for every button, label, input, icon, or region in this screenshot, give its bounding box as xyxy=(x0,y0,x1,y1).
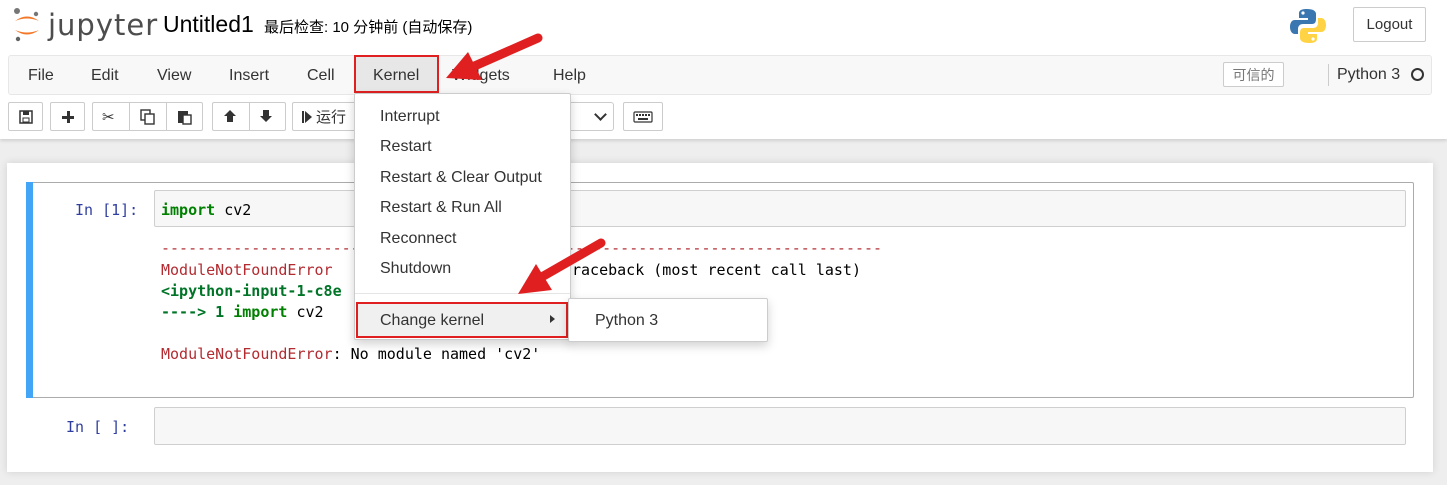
traceback-error-name: ModuleNotFoundError xyxy=(161,261,333,279)
cell-input[interactable] xyxy=(154,190,1406,227)
menu-insert[interactable]: Insert xyxy=(229,67,269,85)
kernel-idle-icon xyxy=(1411,68,1424,81)
menu-cell[interactable]: Cell xyxy=(307,67,335,85)
menu-widgets[interactable]: Widgets xyxy=(452,67,510,85)
keyboard-icon xyxy=(633,110,653,123)
checkpoint-status: 最后检查: 10 分钟前 (自动保存) xyxy=(264,19,473,36)
jupyter-logo[interactable]: jupyter xyxy=(12,6,157,46)
selected-cell-indicator xyxy=(26,182,33,398)
menu-divider xyxy=(355,293,570,294)
menu-item-shutdown[interactable]: Shutdown xyxy=(380,260,451,278)
traceback-line: ----> 1 import cv2 xyxy=(161,303,324,321)
menu-help[interactable]: Help xyxy=(553,67,586,85)
traceback-arrow: ----> 1 xyxy=(161,303,234,321)
traceback-input-ref: <ipython-input-1-c8e xyxy=(161,282,342,300)
arrow-down-icon[interactable] xyxy=(258,108,274,124)
traceback-header: raceback (most recent call last) xyxy=(572,261,861,279)
trusted-badge[interactable]: 可信的 xyxy=(1223,62,1284,87)
kernel-separator xyxy=(1328,64,1329,86)
empty-cell-input[interactable] xyxy=(154,407,1406,445)
toolbar-divider xyxy=(129,103,130,130)
cut-icon[interactable]: ✂ xyxy=(102,108,115,126)
toolbar-divider xyxy=(166,103,167,130)
logo-text: jupyter xyxy=(48,8,159,42)
arrow-up-icon[interactable] xyxy=(222,108,238,124)
jupyter-logo-icon xyxy=(14,8,39,42)
code-module: cv2 xyxy=(215,201,252,219)
save-icon xyxy=(18,109,33,124)
final-error-line: ModuleNotFoundError: No module named 'cv… xyxy=(161,345,540,363)
menu-file[interactable]: File xyxy=(28,67,54,85)
menu-item-change-kernel[interactable]: Change kernel xyxy=(380,312,484,330)
menu-view[interactable]: View xyxy=(157,67,191,85)
menu-item-restart[interactable]: Restart xyxy=(380,138,432,156)
menubar xyxy=(8,55,1432,95)
paste-icon[interactable] xyxy=(177,109,193,125)
insert-cell-button[interactable] xyxy=(50,102,85,131)
run-button[interactable]: 运行 xyxy=(292,102,356,131)
menu-item-reconnect[interactable]: Reconnect xyxy=(380,230,457,248)
menu-kernel[interactable]: Kernel xyxy=(373,67,419,85)
command-palette-button[interactable] xyxy=(623,102,663,131)
run-label: 运行 xyxy=(316,109,347,126)
chevron-down-icon xyxy=(594,108,607,121)
plus-icon xyxy=(61,110,74,123)
logout-button[interactable]: Logout xyxy=(1353,7,1426,42)
code-keyword: import xyxy=(161,201,216,219)
empty-cell-prompt: In [ ]: xyxy=(66,418,130,436)
copy-icon[interactable] xyxy=(140,109,156,125)
step-forward-icon xyxy=(302,110,312,123)
kernel-name: Python 3 xyxy=(1337,66,1401,83)
cell-source: import cv2 xyxy=(161,201,251,219)
traceback-module: cv2 xyxy=(287,303,324,321)
menu-item-restart-run-all[interactable]: Restart & Run All xyxy=(380,199,502,217)
notebook-name[interactable]: Untitled1 xyxy=(163,11,254,38)
final-error-message: : No module named 'cv2' xyxy=(332,345,541,363)
cell-prompt: In [1]: xyxy=(75,201,139,219)
save-button[interactable] xyxy=(8,102,43,131)
submenu-item-python3[interactable]: Python 3 xyxy=(595,312,658,330)
final-error-name: ModuleNotFoundError xyxy=(161,345,333,363)
traceback-keyword: import xyxy=(233,303,288,321)
menu-edit[interactable]: Edit xyxy=(91,67,119,85)
python-logo-icon xyxy=(1290,9,1326,43)
menu-item-interrupt[interactable]: Interrupt xyxy=(380,108,440,126)
toolbar-divider xyxy=(249,103,250,130)
caret-right-icon xyxy=(550,315,555,323)
menu-item-restart-clear[interactable]: Restart & Clear Output xyxy=(380,169,542,187)
traceback-rule-right: ----------------------------------- xyxy=(566,239,883,257)
